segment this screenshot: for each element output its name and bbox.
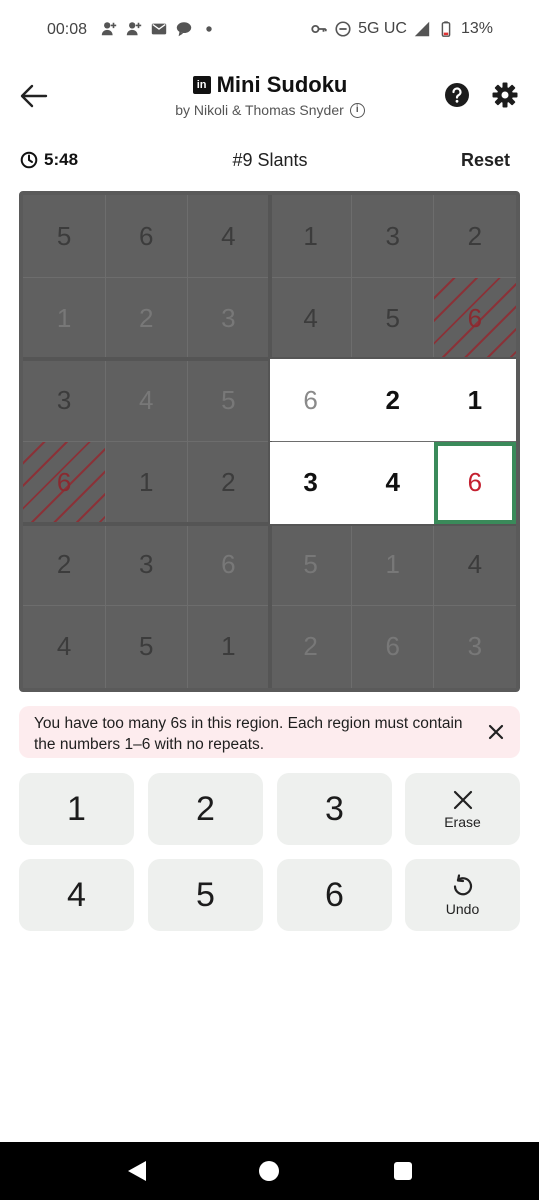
- grid-cell[interactable]: 5: [23, 195, 106, 278]
- grid-cell[interactable]: 3: [105, 523, 188, 606]
- byline-row: by Nikoli & Thomas Snyder i: [175, 102, 365, 118]
- nav-recents-icon[interactable]: [392, 1159, 414, 1183]
- nav-home-icon[interactable]: [258, 1159, 280, 1183]
- grid-cell[interactable]: 4: [187, 195, 270, 278]
- nav-back-icon[interactable]: [126, 1159, 148, 1183]
- signal-icon: [414, 21, 430, 37]
- grid-cell[interactable]: 3: [433, 605, 516, 688]
- erase-button[interactable]: Erase: [405, 773, 520, 845]
- grid-cell[interactable]: 4: [433, 523, 516, 606]
- grid-cell[interactable]: 2: [433, 195, 516, 278]
- page-title: Mini Sudoku: [216, 72, 348, 97]
- grid-cell[interactable]: 4: [351, 441, 434, 524]
- grid-cell[interactable]: 3: [351, 195, 434, 278]
- info-icon[interactable]: i: [349, 102, 365, 118]
- key-4[interactable]: 4: [19, 859, 134, 931]
- clock-icon: [20, 151, 38, 169]
- grid-cell[interactable]: 6: [105, 195, 188, 278]
- status-bar: 00:08 5G UC 13%: [0, 0, 539, 62]
- close-icon[interactable]: [486, 722, 506, 742]
- grid-cell[interactable]: 4: [105, 359, 188, 442]
- grid-cell[interactable]: 1: [351, 523, 434, 606]
- grid-cell[interactable]: 3: [23, 359, 106, 442]
- chat-icon: [176, 22, 192, 37]
- battery-label: 13%: [460, 20, 493, 37]
- header-title-block: in Mini Sudoku by Nikoli & Thomas Snyder…: [130, 72, 410, 120]
- erase-x-icon: [453, 790, 472, 810]
- page-title-row: in Mini Sudoku: [192, 72, 348, 98]
- erase-label: Erase: [444, 814, 481, 830]
- grid-cell[interactable]: 5: [351, 277, 434, 360]
- grid-cell[interactable]: 3: [187, 277, 270, 360]
- system-nav-bar: [0, 1142, 539, 1200]
- key-5[interactable]: 5: [148, 859, 263, 931]
- grid-cell[interactable]: 6: [187, 523, 270, 606]
- grid-cell[interactable]: 1: [23, 277, 106, 360]
- grid-cell[interactable]: 2: [351, 359, 434, 442]
- grid-cell[interactable]: 1: [187, 605, 270, 688]
- network-label: 5G UC: [358, 20, 407, 37]
- add-contact-icon: [126, 22, 142, 36]
- grid-cell[interactable]: 5: [105, 605, 188, 688]
- grid-cell[interactable]: 1: [269, 195, 352, 278]
- grid-cell[interactable]: 3: [269, 441, 352, 524]
- grid-cell[interactable]: 6: [433, 277, 516, 360]
- do-not-disturb-icon: [335, 21, 351, 37]
- key-6[interactable]: 6: [277, 859, 392, 931]
- sudoku-grid: 564132123456345621612346236514451263: [19, 191, 520, 692]
- grid-cell[interactable]: 2: [269, 605, 352, 688]
- undo-label: Undo: [445, 901, 480, 917]
- help-icon[interactable]: [444, 82, 470, 108]
- timer-value: 5:48: [44, 150, 79, 169]
- notification-icons: [100, 20, 218, 38]
- grid-cell[interactable]: 2: [23, 523, 106, 606]
- grid-cell[interactable]: 6: [269, 359, 352, 442]
- grid-cell[interactable]: 2: [187, 441, 270, 524]
- key-1[interactable]: 1: [19, 773, 134, 845]
- grid-cell[interactable]: 6: [23, 441, 106, 524]
- grid-cell[interactable]: 6: [433, 441, 516, 524]
- dot-icon: [206, 26, 212, 32]
- key-2[interactable]: 2: [148, 773, 263, 845]
- grid-cell[interactable]: 1: [105, 441, 188, 524]
- byline: by Nikoli & Thomas Snyder: [175, 102, 344, 118]
- battery-icon: [441, 21, 451, 37]
- system-icons: 5G UC 13%: [310, 20, 493, 38]
- grid-cell[interactable]: 1: [433, 359, 516, 442]
- puzzle-name: #9 Slants: [232, 150, 308, 170]
- grid-cell[interactable]: 6: [351, 605, 434, 688]
- reset-button[interactable]: Reset: [461, 150, 510, 171]
- grid-cell[interactable]: 5: [187, 359, 270, 442]
- grid-cell[interactable]: 2: [105, 277, 188, 360]
- vpn-key-icon: [311, 24, 327, 34]
- grid-cell[interactable]: 4: [23, 605, 106, 688]
- timer: 5:48: [20, 150, 78, 170]
- linkedin-logo-icon: in: [192, 76, 211, 94]
- status-time: 00:08: [47, 21, 88, 38]
- error-alert: You have too many 6s in this region. Eac…: [19, 706, 520, 758]
- undo-icon: [453, 874, 472, 896]
- settings-gear-icon[interactable]: [491, 81, 519, 109]
- undo-button[interactable]: Undo: [405, 859, 520, 931]
- back-arrow-icon[interactable]: [18, 80, 50, 112]
- add-contact-icon: [101, 22, 117, 36]
- mini-sudoku-screen: 00:08 5G UC 13% in Mini Sudoku by Nikoli…: [0, 0, 539, 1200]
- alert-message: You have too many 6s in this region. Eac…: [34, 715, 463, 753]
- grid-cell[interactable]: 5: [269, 523, 352, 606]
- mail-icon: [151, 23, 167, 35]
- grid-cell[interactable]: 4: [269, 277, 352, 360]
- key-3[interactable]: 3: [277, 773, 392, 845]
